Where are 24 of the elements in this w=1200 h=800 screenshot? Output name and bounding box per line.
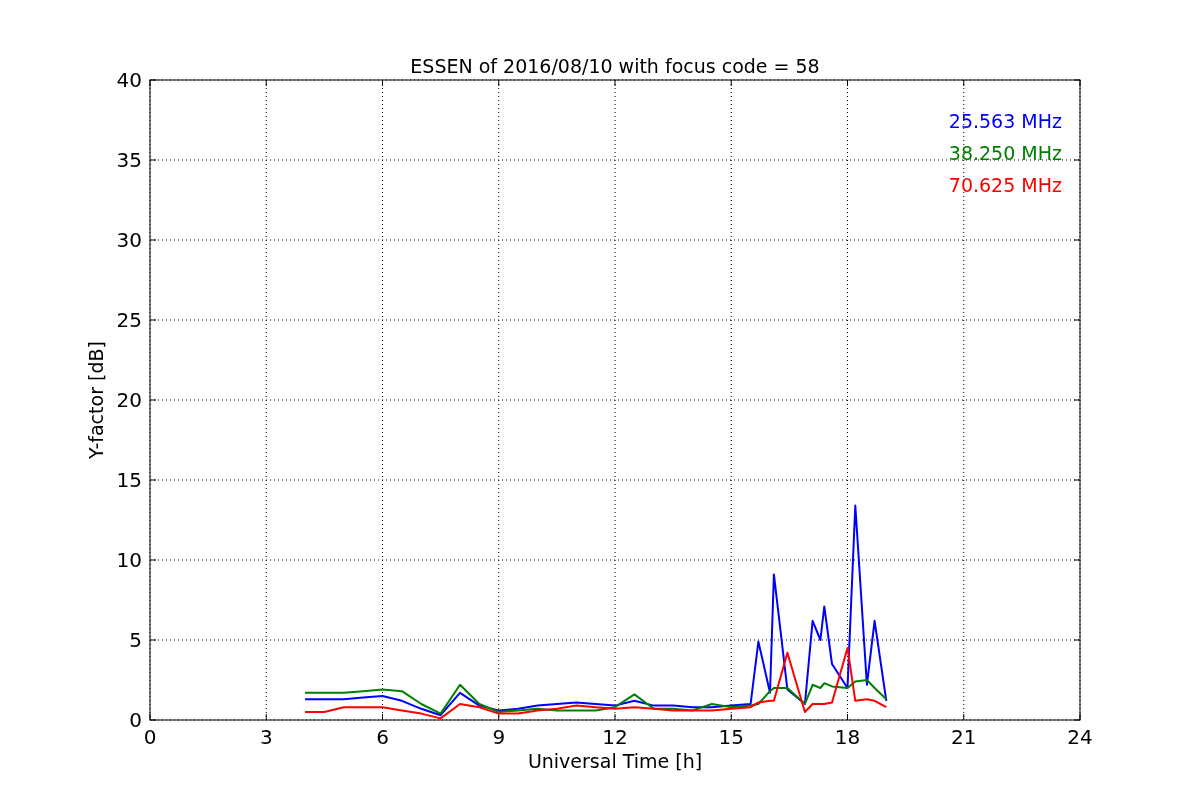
x-tick-label: 3 (259, 725, 273, 749)
y-tick-label: 40 (116, 68, 142, 92)
y-tick-label: 35 (116, 148, 142, 172)
x-tick-label: 18 (834, 725, 861, 749)
x-tick-label: 9 (492, 725, 506, 749)
chart-title: ESSEN of 2016/08/10 with focus code = 58 (410, 55, 820, 77)
x-tick-label: 0 (143, 725, 157, 749)
legend-label: 38.250 MHz (948, 142, 1062, 164)
x-tick-label: 24 (1067, 725, 1093, 749)
x-tick-label: 12 (602, 725, 628, 749)
x-axis-label: Universal Time [h] (527, 750, 703, 772)
y-tick-label: 30 (116, 228, 142, 252)
y-tick-label: 20 (116, 388, 142, 412)
x-tick-label: 15 (718, 725, 744, 749)
x-tick-label: 6 (376, 725, 389, 749)
y-tick-label: 15 (116, 468, 142, 492)
legend-label: 25.563 MHz (948, 110, 1062, 132)
x-tick-label: 21 (951, 725, 977, 749)
y-tick-label: 0 (129, 708, 142, 732)
y-tick-label: 10 (116, 548, 142, 572)
legend-label: 70.625 MHz (948, 174, 1062, 196)
y-tick-label: 25 (116, 308, 142, 332)
y-tick-label: 5 (129, 628, 142, 652)
y-axis-label: Y-factor [dB] (85, 341, 107, 459)
